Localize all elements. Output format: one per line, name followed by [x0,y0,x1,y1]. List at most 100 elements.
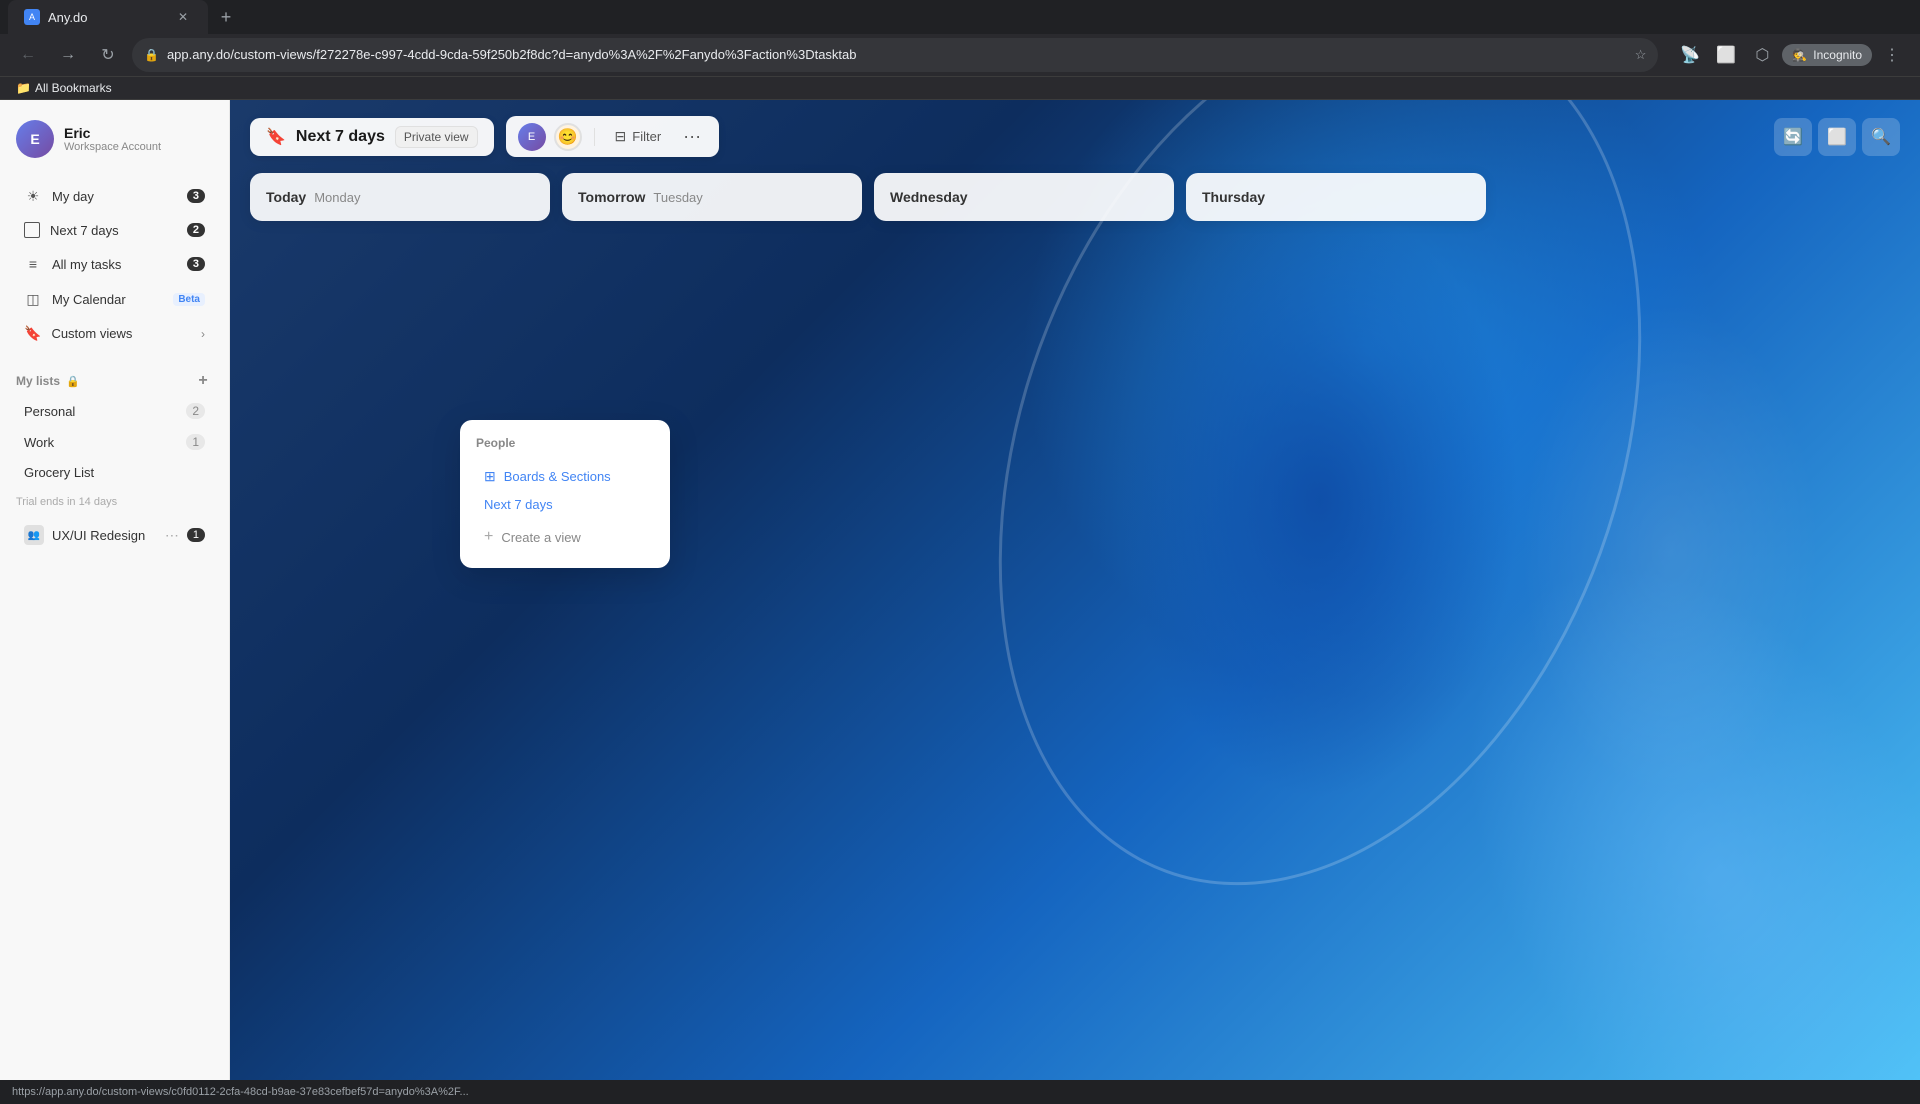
forward-button[interactable]: → [52,39,84,71]
custom-views-row[interactable]: 🔖 Custom views › [8,317,221,350]
sync-button[interactable]: 🔄 [1774,118,1812,156]
trial-info: Trial ends in 14 days [0,488,229,516]
my-lists-title: My lists 🔒 + [16,371,213,391]
incognito-label: Incognito [1813,48,1862,62]
list-item-grocery[interactable]: Grocery List [8,458,221,487]
browser-chrome: A Any.do ✕ + ← → ↻ 🔒 app.any.do/custom-v… [0,0,1920,100]
day-header-tomorrow: Tomorrow Tuesday [578,189,846,205]
all-bookmarks-label: All Bookmarks [35,81,112,95]
list-item-work[interactable]: Work 1 [8,427,221,457]
work-label: Work [24,435,176,450]
status-bar: https://app.any.do/custom-views/c0fd0112… [0,1080,1920,1104]
day-column-thursday: Thursday [1186,173,1486,221]
sidebar-item-my-calendar[interactable]: ◫ My Calendar Beta [8,282,221,316]
layout-button[interactable]: ⬜ [1818,118,1856,156]
my-lists-label: My lists [16,374,60,388]
sidebar-item-all-tasks[interactable]: ≡ All my tasks 3 [8,247,221,281]
tomorrow-label: Tomorrow [578,189,645,205]
boards-icon: ⊞ [484,468,496,485]
separator [594,128,595,146]
toolbar-right: 📡 ⬜ ⬡ 🕵 Incognito ⋮ [1674,39,1908,71]
personal-count: 2 [186,403,205,419]
tab-close-button[interactable]: ✕ [174,8,192,26]
day-column-today: Today Monday [250,173,550,221]
all-bookmarks-folder[interactable]: 📁 All Bookmarks [16,81,112,95]
next-7-days-popup-label: Next 7 days [484,497,553,512]
create-view-label: Create a view [501,530,580,545]
refresh-button[interactable]: ↻ [92,39,124,71]
trial-label: Trial ends in 14 days [16,496,117,508]
browser-tabs: A Any.do ✕ + [0,0,1920,34]
view-header: 🔖 Next 7 days Private view E 😊 ⊟ Filter … [230,100,1920,173]
cast-icon[interactable]: 📡 [1674,39,1706,71]
search-button[interactable]: 🔍 [1862,118,1900,156]
bookmark-star-icon[interactable]: ☆ [1635,47,1647,63]
popup-item-boards-sections[interactable]: ⊞ Boards & Sections [476,462,654,491]
my-day-badge: 3 [187,189,205,203]
work-count: 1 [186,434,205,450]
bookmarks-bar: 📁 All Bookmarks [0,77,1920,100]
tomorrow-day-name: Tuesday [653,190,702,205]
main-content: 🔖 Next 7 days Private view E 😊 ⊟ Filter … [230,100,1920,1080]
header-avatar[interactable]: E [518,123,546,151]
sidebar-item-next-7-days[interactable]: Next 7 days 2 [8,214,221,246]
filter-button[interactable]: ⊟ Filter [607,124,670,149]
popup-item-next-7-days[interactable]: Next 7 days [476,491,654,518]
user-name: Eric [64,125,213,141]
browser-toolbar: ← → ↻ 🔒 app.any.do/custom-views/f272278e… [0,34,1920,77]
popup-create-view[interactable]: + Create a view [476,522,654,552]
all-tasks-icon: ≡ [24,255,42,273]
sun-icon: ☀ [24,187,42,205]
new-tab-button[interactable]: + [212,3,240,31]
day-header-today: Today Monday [266,189,534,205]
window-icon[interactable]: ⬜ [1710,39,1742,71]
day-header-wednesday: Wednesday [890,189,1158,205]
address-bar[interactable]: 🔒 app.any.do/custom-views/f272278e-c997-… [132,38,1658,72]
app-container: E Eric Workspace Account ☀ My day 3 Next… [0,100,1920,1080]
sidebar-nav: ☀ My day 3 Next 7 days 2 ≡ All my tasks … [0,170,229,359]
sidebar-item-my-day[interactable]: ☀ My day 3 [8,179,221,213]
tab-title: Any.do [48,10,88,25]
day-header-thursday: Thursday [1202,189,1470,205]
next-7-days-badge: 2 [187,223,205,237]
my-day-label: My day [52,189,177,204]
days-container: Today Monday Tomorrow Tuesday Wednesday … [230,173,1920,1080]
chevron-right-icon: › [201,327,205,341]
personal-label: Personal [24,404,176,419]
custom-views-popup: People ⊞ Boards & Sections Next 7 days +… [460,420,670,568]
next7-icon [24,222,40,238]
more-options-button[interactable]: ··· [677,122,707,151]
workspace-more-icon[interactable]: ⋯ [165,527,179,544]
extension-icon[interactable]: ⬡ [1746,39,1778,71]
boards-sections-label: Boards & Sections [504,469,611,484]
view-title-area: 🔖 Next 7 days Private view [250,118,494,156]
url-text: app.any.do/custom-views/f272278e-c997-4c… [167,47,857,62]
header-emoji-avatar[interactable]: 😊 [554,123,582,151]
thursday-label: Thursday [1202,189,1265,205]
lock-icon: 🔒 [66,375,80,388]
back-button[interactable]: ← [12,39,44,71]
all-tasks-badge: 3 [187,257,205,271]
filter-icon: ⊟ [615,128,627,145]
add-list-button[interactable]: + [193,371,213,391]
workspace-item[interactable]: 👥 UX/UI Redesign ⋯ 1 [8,517,221,553]
header-right-actions: 🔄 ⬜ 🔍 [1774,118,1900,156]
more-menu-icon[interactable]: ⋮ [1876,39,1908,71]
custom-views-icon: 🔖 [24,325,41,342]
workspace-badge: 1 [187,528,205,542]
user-avatar[interactable]: E [16,120,54,158]
custom-views-label: Custom views [51,326,191,341]
today-day-name: Monday [314,190,360,205]
wednesday-label: Wednesday [890,189,968,205]
my-calendar-label: My Calendar [52,292,163,307]
popup-section-label: People [476,436,654,450]
status-url: https://app.any.do/custom-views/c0fd0112… [12,1086,469,1098]
today-label: Today [266,189,306,205]
calendar-icon: ◫ [24,290,42,308]
private-badge: Private view [395,126,478,148]
beta-badge: Beta [173,293,205,306]
sidebar-header: E Eric Workspace Account [0,100,229,170]
active-tab[interactable]: A Any.do ✕ [8,0,208,34]
day-column-wednesday: Wednesday [874,173,1174,221]
list-item-personal[interactable]: Personal 2 [8,396,221,426]
